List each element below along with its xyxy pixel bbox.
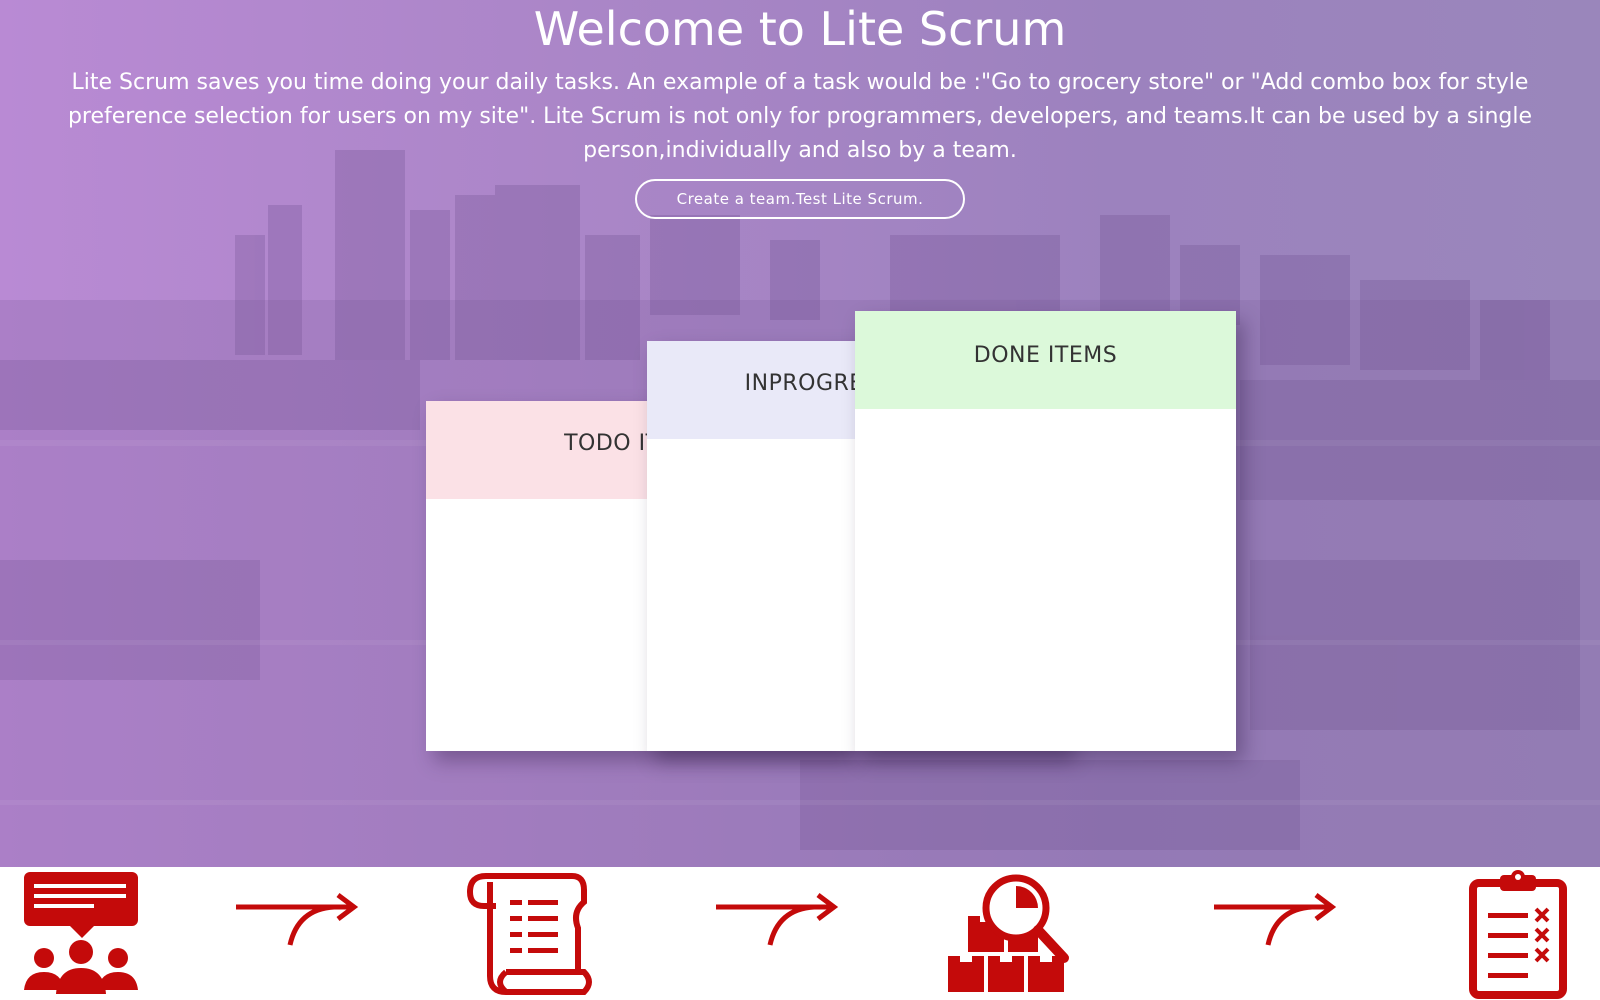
product-backlog-scroll-icon <box>466 873 592 995</box>
create-team-button[interactable]: Create a team.Test Lite Scrum. <box>635 179 965 219</box>
intro-paragraph: Lite Scrum saves you time doing your dai… <box>67 70 1533 163</box>
checklist-clipboard-icon <box>1469 870 1567 999</box>
page-title: Welcome to Lite Scrum <box>533 2 1067 56</box>
hero-content: Welcome to Lite Scrum Lite Scrum saves y… <box>0 0 1600 867</box>
hero-section: Welcome to Lite Scrum Lite Scrum saves y… <box>0 0 1600 867</box>
sprint-review-boxes-magnifier-icon <box>948 874 1069 992</box>
curved-arrow-icon <box>716 893 839 946</box>
curved-arrow-icon <box>1214 893 1337 946</box>
process-steps-bar <box>0 867 1600 1000</box>
team-meeting-icon <box>24 872 138 994</box>
done-items-card[interactable]: DONE ITEMS <box>855 311 1236 751</box>
done-items-header: DONE ITEMS <box>855 311 1236 409</box>
curved-arrow-icon <box>236 893 359 946</box>
